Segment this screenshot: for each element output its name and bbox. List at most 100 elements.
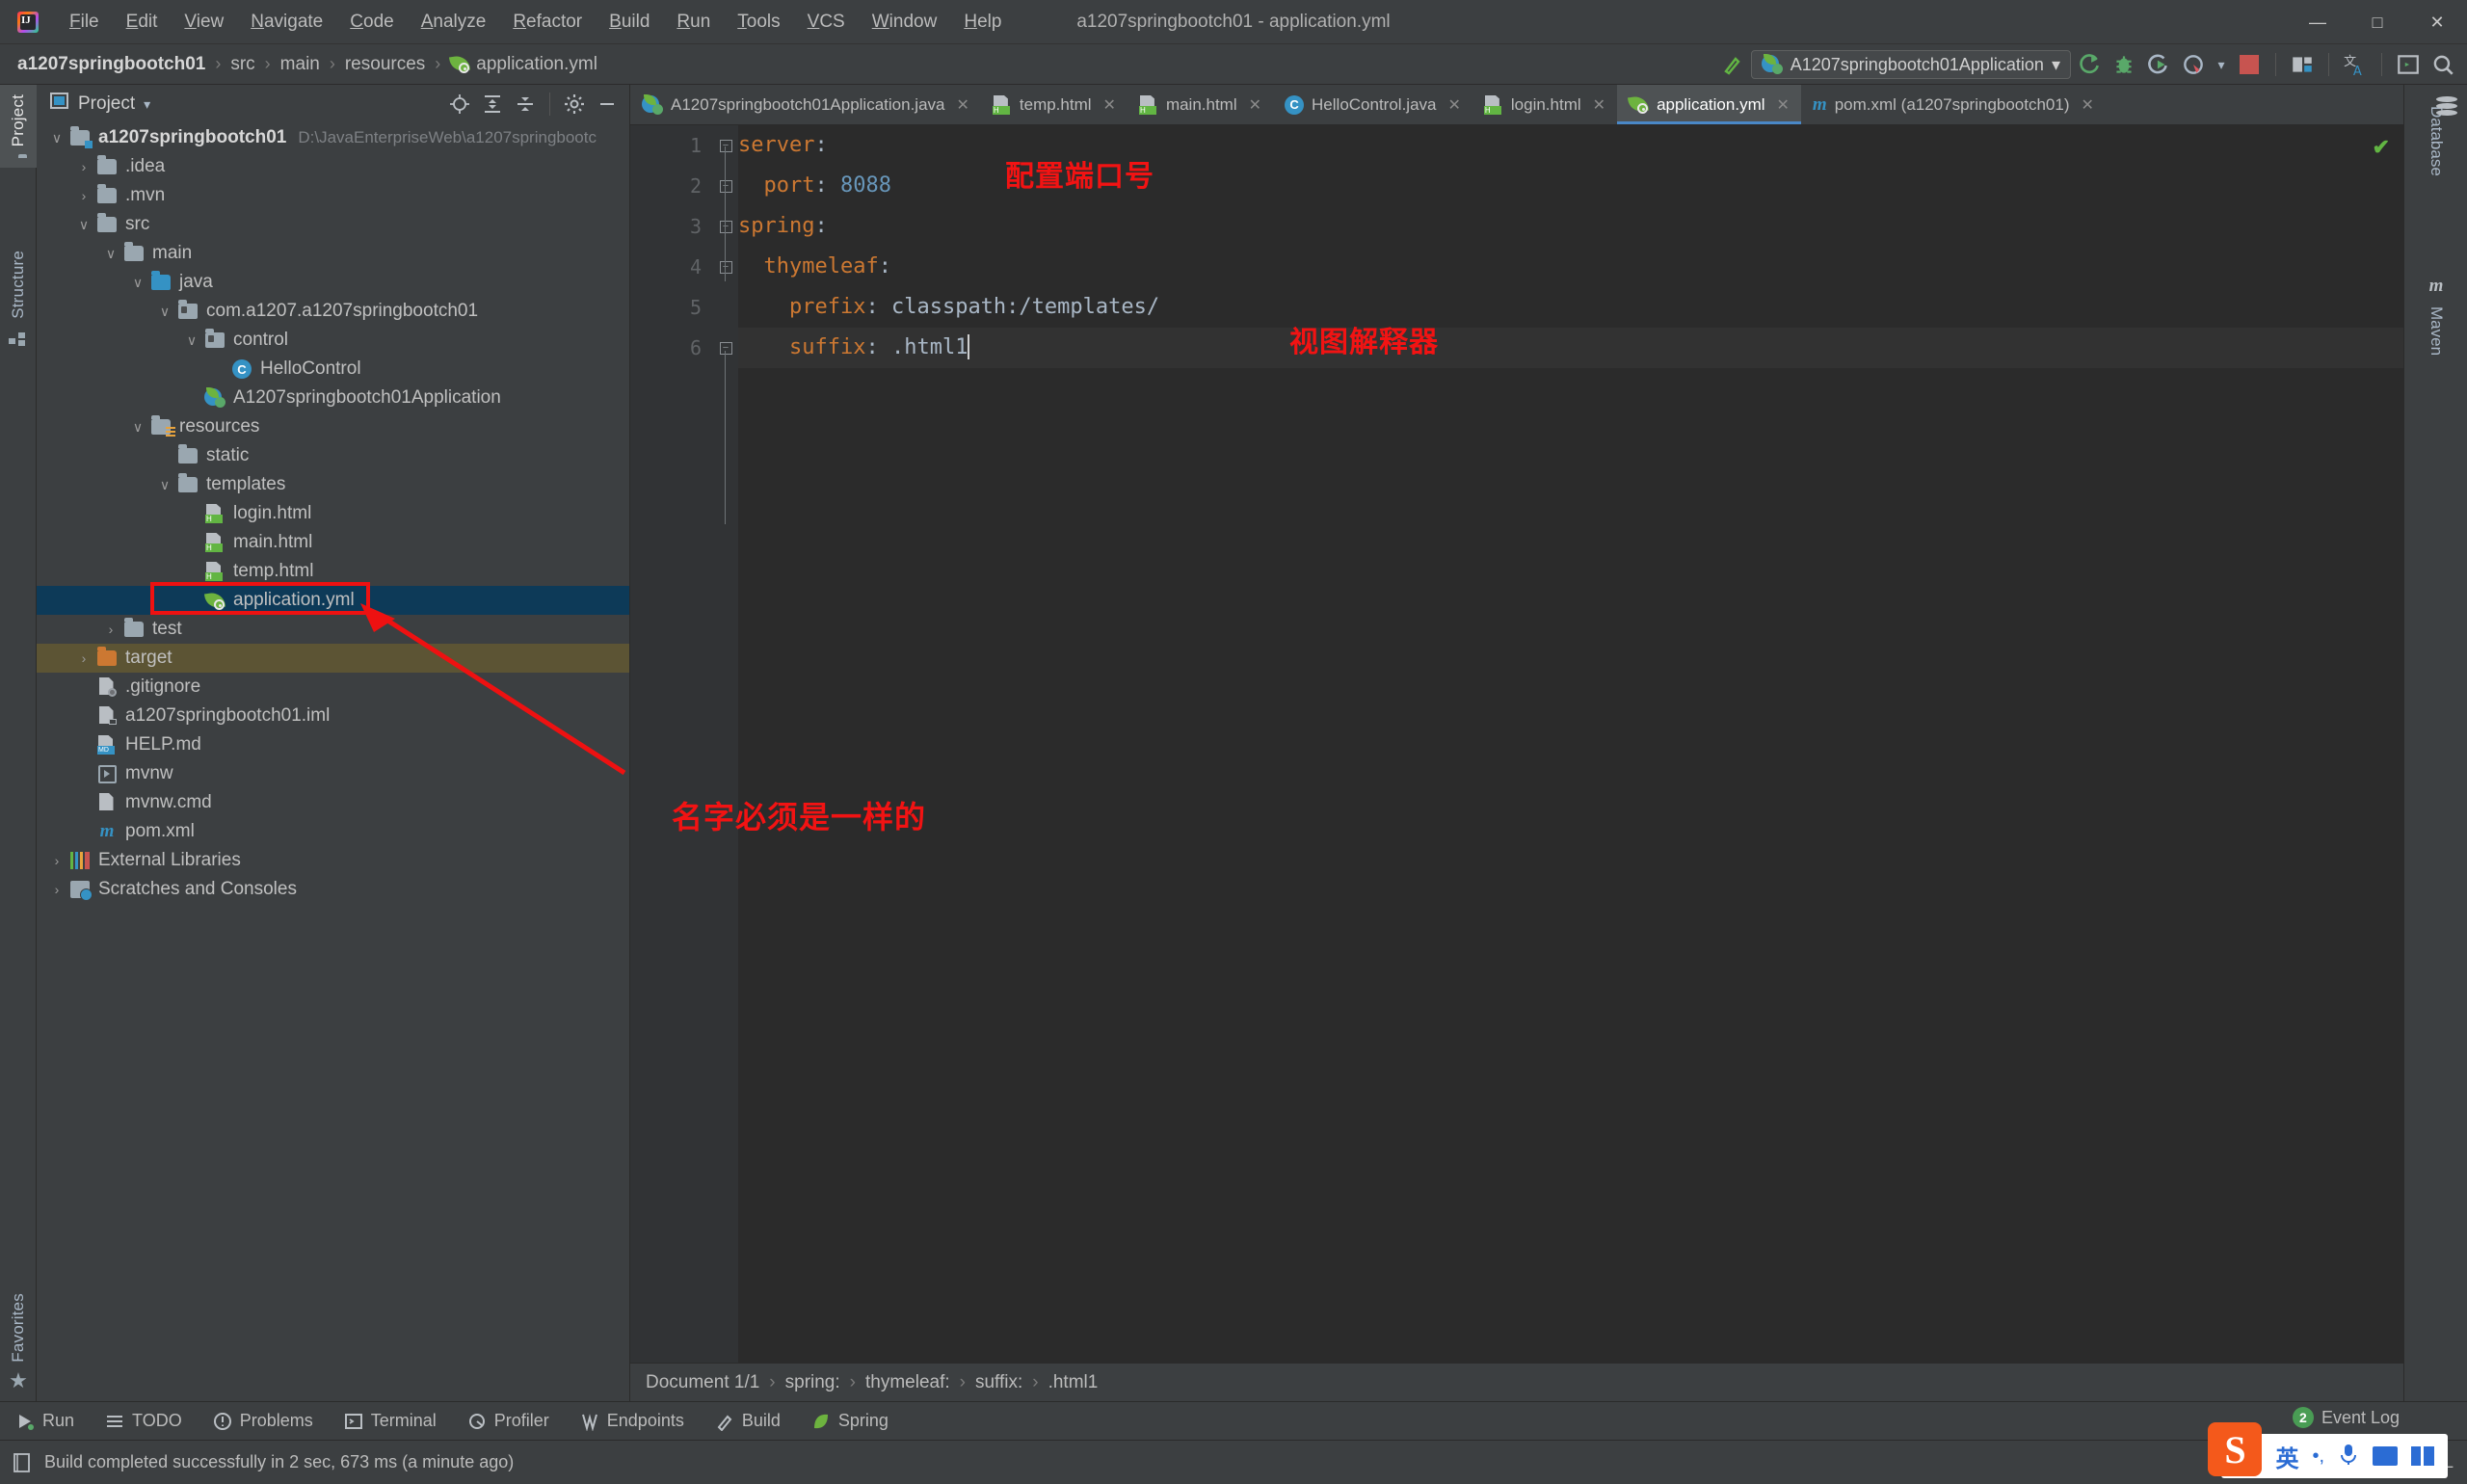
- chevron-down-icon[interactable]: ∨: [154, 477, 175, 493]
- event-log-button[interactable]: 2 Event Log: [2292, 1407, 2400, 1428]
- editor-tab-hellocontrol-java[interactable]: C HelloControl.java ✕: [1273, 85, 1472, 124]
- tree-item-mvnw-cmd[interactable]: mvnw.cmd: [37, 788, 629, 817]
- editor-tab-bar[interactable]: A1207springbootch01Application.java ✕ Htem…: [630, 85, 2403, 125]
- breadcrumb-item-2[interactable]: main: [277, 54, 324, 75]
- tree-item-test[interactable]: › test: [37, 615, 629, 644]
- menu-item-analyze[interactable]: Analyze: [408, 8, 500, 37]
- project-structure-icon[interactable]: [2286, 48, 2319, 81]
- close-icon[interactable]: ✕: [956, 95, 968, 115]
- code-line-2[interactable]: port: 8088: [738, 166, 2403, 206]
- chevron-down-icon[interactable]: ∨: [73, 217, 94, 233]
- breadcrumb-item-4[interactable]: application.yml: [446, 54, 601, 75]
- chevron-right-icon[interactable]: ›: [46, 882, 67, 897]
- tree-item--gitignore[interactable]: .gitignore: [37, 673, 629, 702]
- profiler-icon[interactable]: [2177, 48, 2210, 81]
- bottom-tool-terminal[interactable]: Terminal: [329, 1411, 452, 1431]
- menu-item-file[interactable]: File: [56, 8, 113, 37]
- bottom-tool-spring[interactable]: Spring: [796, 1411, 904, 1431]
- editor-tab-application-yml[interactable]: application.yml ✕: [1617, 85, 1801, 124]
- build-hammer-icon[interactable]: [1716, 48, 1749, 81]
- tree-item-src[interactable]: ∨ src: [37, 210, 629, 239]
- inspection-status-icon[interactable]: ✔: [2373, 135, 2390, 160]
- folding-gutter[interactable]: − − − − −: [713, 125, 738, 1363]
- chevron-down-icon[interactable]: ∨: [181, 332, 202, 349]
- chevron-down-icon[interactable]: ▾: [2212, 48, 2231, 81]
- editor-tab-pom-xml-a1207springbootch01-[interactable]: m pom.xml (a1207springbootch01) ✕: [1801, 85, 2106, 124]
- menu-item-run[interactable]: Run: [663, 8, 724, 37]
- code-editor[interactable]: 123456 − − − − − server: port: 8088 spring: t…: [630, 125, 2403, 1363]
- panel-icon[interactable]: [2411, 1446, 2434, 1466]
- tree-item-templates[interactable]: ∨ templates: [37, 470, 629, 499]
- chevron-down-icon[interactable]: ∨: [46, 130, 67, 146]
- rerun-icon[interactable]: [2073, 48, 2106, 81]
- menu-item-vcs[interactable]: VCS: [794, 8, 859, 37]
- close-icon[interactable]: ✕: [1593, 95, 1605, 115]
- close-icon[interactable]: ✕: [1103, 95, 1116, 115]
- close-icon[interactable]: ✕: [1777, 95, 1790, 115]
- fold-collapse-icon[interactable]: −: [713, 247, 738, 287]
- fold-collapse-icon[interactable]: −: [713, 206, 738, 247]
- code-lines[interactable]: server: port: 8088 spring: thymeleaf: pre…: [738, 125, 2403, 1363]
- microphone-icon[interactable]: [2338, 1443, 2359, 1471]
- tree-item--mvn[interactable]: › .mvn: [37, 181, 629, 210]
- tree-item-a1207springbootch01-iml[interactable]: a1207springbootch01.iml: [37, 702, 629, 730]
- menu-item-code[interactable]: Code: [336, 8, 407, 37]
- chevron-down-icon[interactable]: ∨: [100, 246, 121, 262]
- sidebar-item-favorites[interactable]: Favorites ★: [0, 1284, 37, 1401]
- tree-item-a1207springbootch01[interactable]: ∨ a1207springbootch01 D:\JavaEnterpriseWeb…: [37, 123, 629, 152]
- tree-item-scratches-and-consoles[interactable]: › Scratches and Consoles: [37, 875, 629, 904]
- bottom-tool-endpoints[interactable]: Endpoints: [565, 1411, 700, 1431]
- menu-item-tools[interactable]: Tools: [724, 8, 793, 37]
- tree-item-resources[interactable]: ∨ resources: [37, 412, 629, 441]
- bottom-tool-todo[interactable]: TODO: [90, 1411, 198, 1431]
- run-configuration-selector[interactable]: A1207springbootch01Application ▾: [1750, 50, 2071, 79]
- status-breadcrumb-item-0[interactable]: Document 1/1: [646, 1372, 759, 1393]
- chevron-down-icon[interactable]: ∨: [154, 304, 175, 320]
- tree-item-main-html[interactable]: Hmain.html: [37, 528, 629, 557]
- chevron-down-icon[interactable]: ∨: [127, 275, 148, 291]
- tree-item-a1207springbootch01application[interactable]: A1207springbootch01Application: [37, 384, 629, 412]
- status-breadcrumb-item-4[interactable]: .html1: [1048, 1372, 1099, 1393]
- ime-punctuation-icon[interactable]: •,: [2312, 1445, 2324, 1468]
- tree-item-login-html[interactable]: Hlogin.html: [37, 499, 629, 528]
- menu-item-help[interactable]: Help: [950, 8, 1015, 37]
- bottom-tool-profiler[interactable]: Profiler: [452, 1411, 565, 1431]
- editor-tab-a1207springbootch01application-java[interactable]: A1207springbootch01Application.java ✕: [630, 85, 981, 124]
- debug-bug-icon[interactable]: [2108, 48, 2140, 81]
- ime-mode-label[interactable]: 英: [2275, 1440, 2298, 1473]
- tree-item-pom-xml[interactable]: m pom.xml: [37, 817, 629, 846]
- close-icon[interactable]: ✕: [1249, 95, 1261, 115]
- code-line-5[interactable]: prefix: classpath:/templates/: [738, 287, 2403, 328]
- chevron-right-icon[interactable]: ›: [73, 650, 94, 666]
- editor-tab-temp-html[interactable]: Htemp.html ✕: [981, 85, 1127, 124]
- close-icon[interactable]: ✕: [1447, 95, 1460, 115]
- project-panel-title-group[interactable]: Project ▾: [50, 93, 150, 116]
- bottom-tool-build[interactable]: Build: [700, 1411, 796, 1431]
- breadcrumb-item-3[interactable]: resources: [341, 54, 429, 75]
- status-breadcrumb-item-3[interactable]: suffix:: [975, 1372, 1022, 1393]
- fold-collapse-icon[interactable]: −: [713, 328, 738, 368]
- chevron-right-icon[interactable]: ›: [73, 159, 94, 174]
- tree-item-main[interactable]: ∨ main: [37, 239, 629, 268]
- sidebar-item-maven[interactable]: m Maven: [2404, 264, 2467, 367]
- editor-status-breadcrumb[interactable]: Document 1/1 › spring: › thymeleaf: › suffix: ›…: [630, 1363, 2403, 1401]
- chevron-right-icon[interactable]: ›: [73, 188, 94, 203]
- sidebar-item-project[interactable]: Project: [0, 85, 37, 169]
- open-terminal-icon[interactable]: [2392, 48, 2425, 81]
- close-button[interactable]: ✕: [2407, 0, 2467, 44]
- translate-icon[interactable]: 文A: [2339, 48, 2372, 81]
- breadcrumb-item-0[interactable]: a1207springbootch01: [13, 54, 209, 75]
- menu-item-refactor[interactable]: Refactor: [499, 8, 596, 37]
- sidebar-item-database[interactable]: Database: [2404, 85, 2467, 188]
- menu-item-edit[interactable]: Edit: [113, 8, 172, 37]
- menu-item-build[interactable]: Build: [596, 8, 663, 37]
- tree-item-external-libraries[interactable]: › External Libraries: [37, 846, 629, 875]
- tree-item-java[interactable]: ∨ java: [37, 268, 629, 297]
- project-tree[interactable]: ∨ a1207springbootch01 D:\JavaEnterpriseWeb…: [37, 123, 629, 1401]
- settings-gear-icon[interactable]: [560, 90, 589, 119]
- fold-collapse-icon[interactable]: −: [713, 125, 738, 166]
- expand-all-icon[interactable]: [478, 90, 507, 119]
- tree-item-control[interactable]: ∨ control: [37, 326, 629, 355]
- ime-toolbar[interactable]: S 英 •,: [2208, 1422, 2448, 1478]
- sidebar-item-structure[interactable]: Structure: [0, 241, 37, 362]
